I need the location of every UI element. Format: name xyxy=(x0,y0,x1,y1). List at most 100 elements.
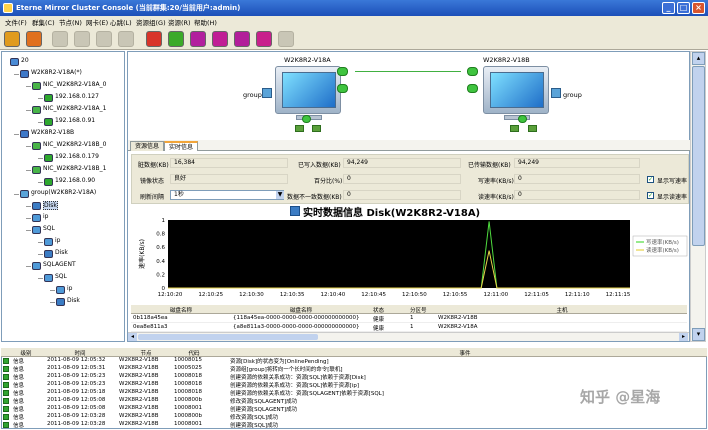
menu-node[interactable]: 节点(N) xyxy=(59,17,82,27)
tree-node[interactable]: SQLAGENT xyxy=(43,261,76,268)
grid-row[interactable]: 0b118a45ea {118a45ea-0000-0000-0000-00000… xyxy=(131,314,687,323)
scroll-left-icon[interactable]: ◂ xyxy=(128,333,137,341)
scroll-thumb[interactable] xyxy=(692,66,705,246)
horizontal-scrollbar[interactable]: ◂ ▸ xyxy=(128,332,689,341)
tree-node[interactable]: Disk xyxy=(43,201,58,210)
tree-node[interactable]: NIC_W2K8R2-V18B_1 xyxy=(43,165,106,172)
tree-node[interactable]: 20 xyxy=(21,57,29,64)
menu-help[interactable]: 帮助(H) xyxy=(194,17,217,27)
log-header-cell[interactable]: 事件 xyxy=(230,349,700,357)
menu-nic[interactable]: 网卡(E) xyxy=(86,17,108,27)
tree-node[interactable]: 192.168.0.91 xyxy=(55,117,95,124)
tree-node[interactable]: ip xyxy=(67,285,72,292)
edit-icon[interactable] xyxy=(96,31,112,47)
grid-header-cell[interactable]: 状态 xyxy=(373,306,407,314)
log-cell: 信息 xyxy=(13,367,25,373)
log-cell: 1000800b xyxy=(174,397,202,403)
tree-node[interactable]: NIC_W2K8R2-V18A_1 xyxy=(43,105,106,112)
show-write-rate-label: 显示写速率 xyxy=(657,178,688,185)
scroll-up-icon[interactable]: ▴ xyxy=(692,52,705,65)
tab-resource-info[interactable]: 资源信息 xyxy=(130,141,165,151)
menu-group[interactable]: 资源组(G) xyxy=(136,17,166,27)
tree-node[interactable]: Disk xyxy=(55,249,68,256)
scroll-down-icon[interactable]: ▾ xyxy=(692,328,705,341)
log-header-cell[interactable]: 级别 xyxy=(11,349,41,357)
heartbeat-icon xyxy=(337,84,348,93)
delete-icon[interactable] xyxy=(74,31,90,47)
tree-connector xyxy=(38,122,43,123)
add-icon[interactable] xyxy=(52,31,68,47)
power-icon[interactable] xyxy=(146,31,162,47)
tree-node[interactable]: 192.168.0.179 xyxy=(55,153,99,160)
group-icon[interactable] xyxy=(551,88,561,98)
log-header-cell[interactable]: 代码 xyxy=(174,349,214,357)
tree-connector xyxy=(14,194,19,195)
grid-header-cell[interactable]: 磁盘名称 xyxy=(133,306,229,314)
tree-node[interactable]: SQL xyxy=(43,225,55,232)
refresh-interval-select[interactable]: 1秒 xyxy=(170,190,284,200)
tree-connector xyxy=(50,302,55,303)
read-rate-label: 读速率(KB/s) xyxy=(478,194,514,201)
tree-node[interactable]: NIC_W2K8R2-V18B_0 xyxy=(43,141,106,148)
x-tick-label: 12:10:20 xyxy=(158,292,183,298)
tree-node[interactable]: SQL xyxy=(55,273,67,280)
tree-node[interactable]: 192.168.0.127 xyxy=(55,93,99,100)
written-label: 已写入数据(KB) xyxy=(298,162,341,169)
chevron-down-icon[interactable]: ▼ xyxy=(276,191,284,199)
node-icon[interactable] xyxy=(26,31,42,47)
online-icon[interactable] xyxy=(190,31,206,47)
tab-realtime-info[interactable]: 实时信息 xyxy=(164,141,199,151)
x-tick-label: 12:10:30 xyxy=(239,292,264,298)
tree-node[interactable]: ip xyxy=(43,213,48,220)
log-cell: 2011-08-09 12:05:18 xyxy=(47,389,106,395)
x-tick-label: 12:10:35 xyxy=(280,292,305,298)
doc-icon[interactable] xyxy=(278,31,294,47)
tree-node[interactable]: 192.168.0.90 xyxy=(55,177,95,184)
node-a-monitor[interactable] xyxy=(275,66,341,120)
legend-label: 写速率(KB/s) xyxy=(646,238,679,246)
tree-node[interactable]: NIC_W2K8R2-V18A_0 xyxy=(43,81,106,88)
tree-node[interactable]: Disk xyxy=(67,297,80,304)
scroll-right-icon[interactable]: ▸ xyxy=(679,333,688,341)
x-tick-label: 12:11:05 xyxy=(524,292,549,298)
percent-label: 百分比(%) xyxy=(314,178,343,185)
y-tick-label: 0.8 xyxy=(156,232,165,238)
log-header-cell[interactable]: 节点 xyxy=(119,349,173,357)
monitor-icon[interactable] xyxy=(234,31,250,47)
search-icon[interactable] xyxy=(212,31,228,47)
menu-heartbeat[interactable]: 心跳(L) xyxy=(110,17,132,27)
log-cell: W2K8R2-V18B xyxy=(119,413,159,419)
info-level-icon xyxy=(3,398,9,404)
menu-resource[interactable]: 资源(R) xyxy=(168,17,191,27)
log-icon[interactable] xyxy=(256,31,272,47)
node-b-monitor[interactable] xyxy=(483,66,549,120)
tab-strip: 资源信息 实时信息 xyxy=(128,140,690,151)
written-value: 94,249 xyxy=(343,158,461,168)
tree-node[interactable]: group(W2K8R2-V18A) xyxy=(31,189,96,196)
grid-header-cell[interactable]: 主机 xyxy=(438,306,686,314)
menu-cluster[interactable]: 群集(C) xyxy=(32,17,55,27)
close-button[interactable]: × xyxy=(692,2,705,14)
log-header-cell[interactable]: 时间 xyxy=(47,349,113,357)
mirror-state-label: 镜像状态 xyxy=(140,178,165,185)
menu-file[interactable]: 文件(F) xyxy=(5,17,27,27)
scroll-thumb[interactable] xyxy=(138,334,318,340)
tree-node[interactable]: ip xyxy=(55,237,60,244)
show-read-rate-checkbox[interactable]: ✓ xyxy=(647,192,654,199)
grid-header-cell[interactable]: 磁盘名称 xyxy=(233,306,369,314)
grid-header-cell[interactable]: 分区号 xyxy=(410,306,436,314)
log-cell: 资源组[group]将转向一个长时间的命令[联机] xyxy=(230,367,343,373)
show-write-rate-checkbox[interactable]: ✓ xyxy=(647,176,654,183)
group-icon[interactable] xyxy=(262,88,272,98)
log-cell: 2011-08-09 12:03:28 xyxy=(47,413,106,419)
refresh-icon[interactable] xyxy=(118,31,134,47)
tree-node[interactable]: W2K8R2-V18A(*) xyxy=(31,69,82,76)
minimize-button[interactable]: _ xyxy=(662,2,675,14)
switch-icon[interactable] xyxy=(168,31,184,47)
maximize-button[interactable]: □ xyxy=(677,2,690,14)
vertical-scrollbar[interactable]: ▴ ▾ xyxy=(690,51,706,342)
cluster-icon[interactable] xyxy=(4,31,20,47)
log-cell: 信息 xyxy=(13,407,25,413)
grid-row[interactable]: 0ea8e811a3 {a8e811a3-0000-0000-0000-00000… xyxy=(131,323,687,332)
tree-node[interactable]: W2K8R2-V18B xyxy=(31,129,74,136)
